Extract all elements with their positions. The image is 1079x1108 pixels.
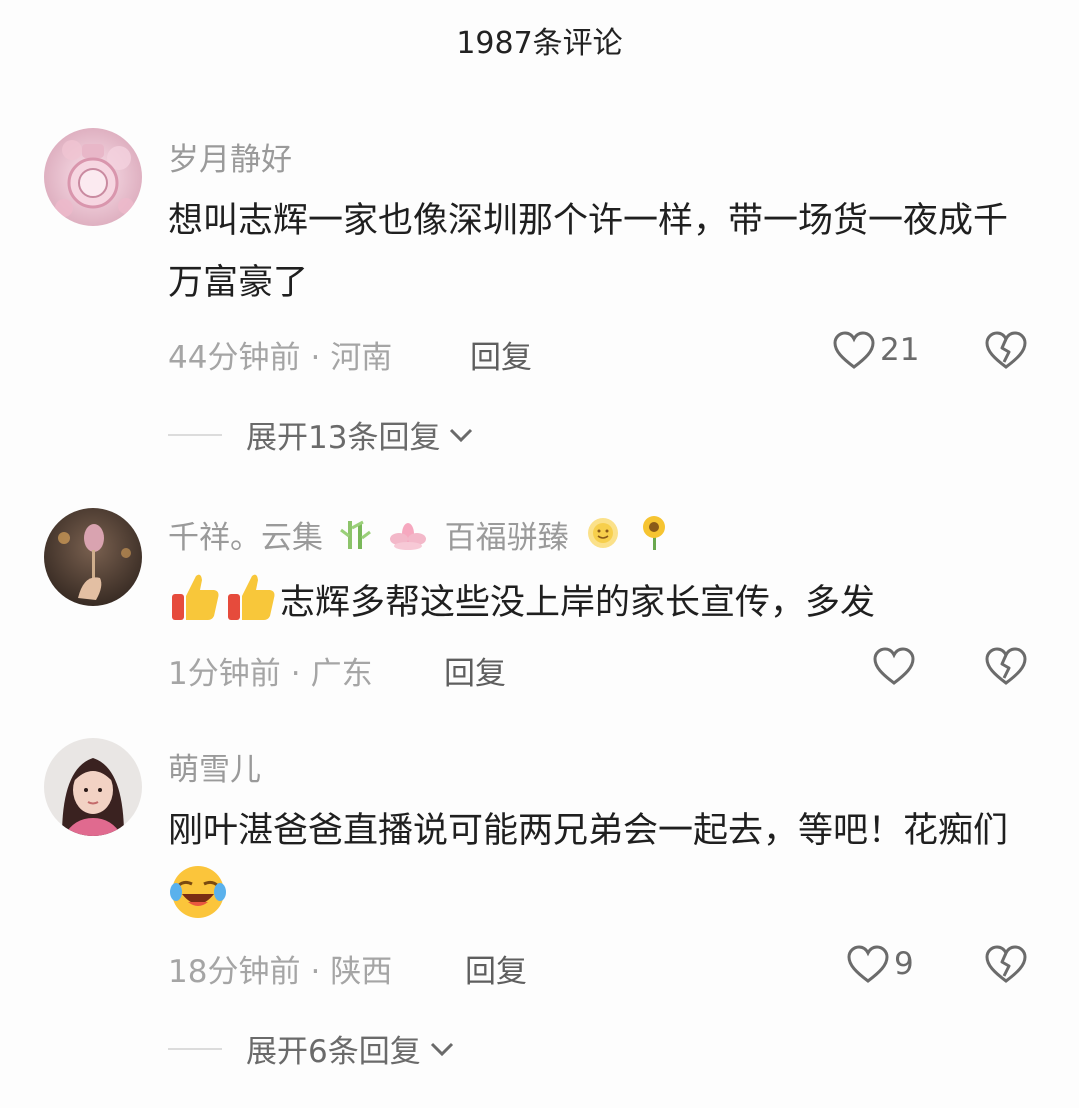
comments-page: 1987条评论 岁月静好 想叫志辉一家也像深圳那个许一样，带一场货一夜成千万富豪… [0,0,1079,1108]
meta-separator: · [310,340,321,376]
sun-icon [588,518,619,548]
avatar[interactable] [44,128,142,226]
thumbs-up-icon [228,574,275,620]
comment-meta: 44分钟前 · 河南 [168,332,392,377]
username[interactable]: 岁月静好 [168,134,292,179]
like-button[interactable]: 9 [846,944,914,984]
thumbs-up-icon [172,574,219,620]
meta-separator: · [310,954,321,990]
username-suffix: 百福骈臻 [444,520,569,556]
avatar[interactable] [44,738,142,836]
like-button[interactable] [872,646,916,686]
broken-heart-icon [985,331,1027,369]
dislike-button[interactable] [984,646,1028,690]
chevron-down-icon [430,1042,453,1056]
comment-text-row: 志辉多帮这些没上岸的家长宣传，多发 [168,568,1038,634]
reply-button[interactable]: 回复 [470,332,532,377]
expand-replies-button[interactable]: 展开13条回复 [168,412,474,457]
heart-outline-icon [873,647,915,685]
comment-location: 河南 [330,340,393,376]
comment-text: 刚叶湛爸爸直播说可能两兄弟会一起去，等吧！花痴们 [168,811,1009,851]
laughing-crying-icon [170,866,226,918]
heart-outline-icon [833,331,875,369]
comment-text: 志辉多帮这些没上岸的家长宣传，多发 [280,583,876,623]
sunflower-icon [643,516,666,550]
comment-time: 18分钟前 [168,954,301,990]
username-row[interactable]: 千祥。云集 百福骈臻 [168,512,670,557]
expand-replies-label: 展开13条回复 [246,420,441,456]
comment-time: 44分钟前 [168,340,301,376]
comment-location: 广东 [310,656,373,692]
comment-meta: 18分钟前 · 陕西 [168,946,392,991]
divider-line [168,433,222,436]
dislike-button[interactable] [984,330,1028,374]
like-count: 21 [880,332,920,368]
chevron-down-icon [450,428,473,442]
username: 千祥。云集 [168,520,323,556]
comment-time: 1分钟前 [168,656,281,692]
comment-location: 陕西 [330,954,393,990]
comment-text: 想叫志辉一家也像深圳那个许一样，带一场货一夜成千万富豪了 [168,201,1009,303]
comment-text-row: 刚叶湛爸爸直播说可能两兄弟会一起去，等吧！花痴们 [168,800,1028,930]
reply-button[interactable]: 回复 [465,946,527,991]
lotus-icon [389,523,426,550]
meta-separator: · [290,656,301,692]
dislike-button[interactable] [984,944,1028,988]
avatar[interactable] [44,508,142,606]
comment-meta: 1分钟前 · 广东 [168,648,373,693]
broken-heart-icon [985,647,1027,685]
reply-button[interactable]: 回复 [444,648,506,693]
divider-line [168,1047,222,1050]
bamboo-icon [339,520,371,549]
comment-count-title: 1987条评论 [456,26,623,61]
heart-outline-icon [847,945,889,983]
like-button[interactable]: 21 [832,330,919,370]
expand-replies-button[interactable]: 展开6条回复 [168,1026,455,1071]
like-count: 9 [894,946,914,982]
expand-replies-label: 展开6条回复 [246,1034,421,1070]
username[interactable]: 萌雪儿 [168,744,261,789]
broken-heart-icon [985,945,1027,983]
